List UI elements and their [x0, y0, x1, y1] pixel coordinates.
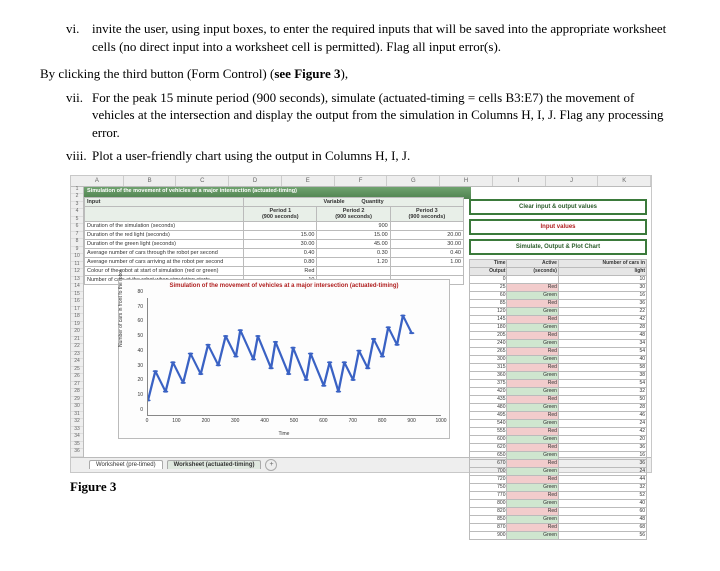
tab-pretimed[interactable]: Worksheet (pre-timed): [89, 460, 163, 469]
chart-line: [148, 315, 412, 400]
hdr-variable-row: Variable Quantity: [244, 197, 464, 206]
column-headers: ABCDEFGHIJK: [71, 176, 651, 187]
figure-spreadsheet: ABCDEFGHIJK 1234567891011121314151617181…: [70, 175, 652, 473]
instr-item-viii: viii. Plot a user-friendly chart using t…: [66, 147, 680, 165]
instr-text-viii: Plot a user-friendly chart using the out…: [92, 148, 410, 163]
instr-item-vi: vi. invite the user, using input boxes, …: [66, 20, 680, 55]
hdr-variable: Variable: [323, 199, 344, 205]
rh-secs: (seconds): [507, 267, 558, 275]
blank-th: [85, 206, 244, 221]
marker-vi: vi.: [66, 20, 79, 38]
hdr-p2: Period 2(900 seconds): [317, 206, 390, 221]
chart-svg: [148, 298, 441, 415]
chart-xlabel: Time: [279, 431, 290, 437]
rh-active: Active: [507, 259, 558, 267]
instruction-list: vi. invite the user, using input boxes, …: [40, 20, 680, 165]
rh-output: Output: [470, 267, 507, 275]
instr-item-vii: vii. For the peak 15 minute period (900 …: [66, 89, 680, 142]
chart-ylabel: Number of cars in front fo the robot: [118, 269, 124, 347]
embedded-chart: Simulation of the movement of vehicles a…: [118, 279, 450, 439]
chart-x-axis: 01002003004005006007008009001000: [147, 418, 441, 428]
hp1s: (900 seconds): [262, 214, 299, 220]
output-table: Time Active Number of cars in Output (se…: [469, 259, 647, 540]
hdr-p1: Period 1(900 seconds): [244, 206, 317, 221]
marker-vii: vii.: [66, 89, 83, 107]
chart-y-axis: Number of cars in front fo the robot 010…: [120, 298, 145, 416]
new-sheet-button[interactable]: +: [265, 459, 277, 471]
clear-button[interactable]: Clear input & output values: [469, 199, 647, 215]
chart-plot-area: [147, 298, 441, 416]
hp2s: (900 seconds): [335, 214, 372, 220]
tab-actuated[interactable]: Worksheet (actuated-timing): [167, 460, 262, 469]
input-variable-table: Input Variable Quantity Period 1(900 sec…: [84, 197, 464, 285]
hdr-input: Input: [85, 197, 244, 206]
simulate-button[interactable]: Simulate, Output & Plot Chart: [469, 239, 647, 255]
chart-title: Simulation of the movement of vehicles a…: [119, 283, 449, 289]
hp3s: (900 seconds): [409, 214, 446, 220]
rh-ncars: Number of cars in: [558, 259, 646, 267]
hdr-quantity: Quantity: [361, 199, 383, 205]
rh-time: Time: [470, 259, 507, 267]
intro-line: By clicking the third button (Form Contr…: [40, 65, 680, 83]
input-values-button[interactable]: Input values: [469, 219, 647, 235]
row-headers: 1234567891011121314151617181920212223242…: [71, 187, 84, 457]
instr-text-vii: For the peak 15 minute period (900 secon…: [92, 90, 664, 140]
right-panel: Clear input & output values Input values…: [469, 199, 647, 540]
marker-viii: viii.: [66, 147, 87, 165]
hdr-p3: Period 3(900 seconds): [390, 206, 463, 221]
sheet-canvas: Simulation of the movement of vehicles a…: [84, 187, 651, 457]
rh-light: light: [558, 267, 646, 275]
instr-text-vi: invite the user, using input boxes, to e…: [92, 21, 666, 54]
